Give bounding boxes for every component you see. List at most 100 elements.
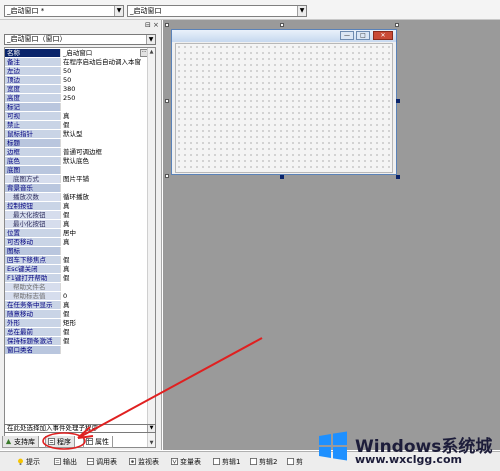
- object-selector-combo[interactable]: _启动窗口（窗口） ▼: [4, 34, 156, 45]
- property-value[interactable]: 居中: [60, 229, 148, 237]
- property-value[interactable]: 矩形: [60, 319, 148, 327]
- property-row[interactable]: 宽度 380: [5, 85, 148, 93]
- property-row[interactable]: 底图: [5, 166, 148, 174]
- property-value[interactable]: 50: [60, 76, 148, 84]
- property-value[interactable]: 假: [60, 121, 148, 129]
- property-row[interactable]: 底图方式 图片平铺: [5, 175, 148, 183]
- property-value[interactable]: 假: [60, 256, 148, 264]
- property-row[interactable]: 备注 在程序启动后自动调入本窗: [5, 58, 148, 66]
- bottom-tab-callstack[interactable]: 调用表: [86, 456, 117, 468]
- property-row[interactable]: 最小化按钮真: [5, 220, 148, 228]
- property-row[interactable]: 可否移动真: [5, 238, 148, 246]
- property-value[interactable]: [60, 184, 148, 192]
- property-value[interactable]: [60, 346, 148, 354]
- property-value[interactable]: 50: [60, 67, 148, 75]
- property-row[interactable]: F1键打开帮助假: [5, 274, 148, 282]
- resize-handle[interactable]: [165, 23, 169, 27]
- bottom-tab-clip1[interactable]: 剪辑1: [212, 456, 240, 468]
- window-selector-combo[interactable]: _启动窗口 * ▼: [4, 5, 124, 17]
- property-row[interactable]: 边框 普通可调边框: [5, 148, 148, 156]
- design-surface[interactable]: — □ ✕: [163, 20, 500, 450]
- property-value[interactable]: [60, 166, 148, 174]
- property-row[interactable]: 位置 居中: [5, 229, 148, 237]
- property-row[interactable]: 高度 250: [5, 94, 148, 102]
- property-row[interactable]: 外形 矩形: [5, 319, 148, 327]
- bottom-tab-tip[interactable]: 提示: [16, 456, 40, 468]
- property-row[interactable]: 回车下移焦点假: [5, 256, 148, 264]
- property-value[interactable]: _启动窗口: [60, 49, 148, 57]
- property-row[interactable]: 帮助文件名: [5, 283, 148, 291]
- property-value[interactable]: [60, 103, 148, 111]
- property-row[interactable]: 顶边 50: [5, 76, 148, 84]
- property-value[interactable]: 0: [60, 292, 148, 300]
- property-row[interactable]: 控制按钮真: [5, 202, 148, 210]
- property-value[interactable]: 图片平铺: [60, 175, 148, 183]
- property-value[interactable]: 250: [60, 94, 148, 102]
- property-value[interactable]: 默认型: [60, 130, 148, 138]
- property-value[interactable]: 真: [60, 301, 148, 309]
- property-row[interactable]: 总在最前假: [5, 328, 148, 336]
- property-row[interactable]: 标题: [5, 139, 148, 147]
- property-value[interactable]: [60, 283, 148, 291]
- property-value[interactable]: 真: [60, 238, 148, 246]
- chevron-down-icon[interactable]: ▼: [147, 425, 155, 432]
- property-row[interactable]: 在任务条中显示真: [5, 301, 148, 309]
- resize-handle[interactable]: [396, 175, 400, 179]
- property-row[interactable]: 窗口类名: [5, 346, 148, 354]
- property-row[interactable]: 底色 默认底色: [5, 157, 148, 165]
- property-value[interactable]: 循环播放: [60, 193, 148, 201]
- property-row[interactable]: 播放次数 循环播放: [5, 193, 148, 201]
- tab-program[interactable]: 程序: [45, 436, 75, 448]
- property-row[interactable]: 随意移动假: [5, 310, 148, 318]
- property-row[interactable]: 标记: [5, 103, 148, 111]
- property-value[interactable]: 默认底色: [60, 157, 148, 165]
- tab-library[interactable]: 支持库: [2, 436, 39, 448]
- property-value[interactable]: 真: [60, 112, 148, 120]
- bottom-tab-output[interactable]: 输出: [53, 456, 77, 468]
- chevron-down-icon[interactable]: ▼: [114, 6, 123, 16]
- close-icon[interactable]: ✕: [373, 31, 393, 40]
- window-titlebar[interactable]: — □ ✕: [172, 30, 396, 42]
- property-row[interactable]: 名称 _启动窗口 ···: [5, 49, 148, 57]
- property-row[interactable]: 帮助标志值 0: [5, 292, 148, 300]
- bottom-tab-variable[interactable]: 变量表: [170, 456, 201, 468]
- property-value[interactable]: 380: [60, 85, 148, 93]
- resize-handle[interactable]: [280, 23, 284, 27]
- property-value[interactable]: 真: [60, 202, 148, 210]
- resize-handle[interactable]: [280, 175, 284, 179]
- event-handler-combo[interactable]: 在此处选择加入事件处理子程序 ▼: [4, 424, 156, 433]
- tab-property[interactable]: 属性: [83, 436, 113, 448]
- resize-handle[interactable]: [165, 174, 169, 178]
- minimize-icon[interactable]: —: [340, 31, 354, 40]
- startup-window-preview[interactable]: — □ ✕: [171, 29, 397, 175]
- property-value[interactable]: 真: [60, 220, 148, 228]
- property-row[interactable]: Esc键关闭真: [5, 265, 148, 273]
- property-value[interactable]: [60, 139, 148, 147]
- scroll-up-icon[interactable]: ▲: [148, 48, 155, 56]
- property-row[interactable]: 保持标题条激活假: [5, 337, 148, 345]
- property-value[interactable]: 假: [60, 310, 148, 318]
- window-client-area[interactable]: [175, 43, 393, 173]
- property-row[interactable]: 可视真: [5, 112, 148, 120]
- property-value[interactable]: 假: [60, 337, 148, 345]
- resize-handle[interactable]: [395, 23, 399, 27]
- bottom-tab-watch[interactable]: 监视表: [128, 456, 159, 468]
- property-scrollbar[interactable]: ▲ ▼: [147, 48, 155, 447]
- chevron-down-icon[interactable]: ▼: [146, 35, 155, 44]
- maximize-icon[interactable]: □: [356, 31, 370, 40]
- property-row[interactable]: 鼠标指针 默认型: [5, 130, 148, 138]
- property-row[interactable]: 禁止假: [5, 121, 148, 129]
- property-value[interactable]: 假: [60, 328, 148, 336]
- control-selector-combo[interactable]: _启动窗口 ▼: [127, 5, 307, 17]
- property-value[interactable]: [60, 247, 148, 255]
- property-value[interactable]: 普通可调边框: [60, 148, 148, 156]
- property-value[interactable]: 真: [60, 265, 148, 273]
- resize-handle[interactable]: [165, 99, 169, 103]
- property-row[interactable]: 图标: [5, 247, 148, 255]
- bottom-tab-clip2[interactable]: 剪辑2: [249, 456, 277, 468]
- property-row[interactable]: 最大化按钮假: [5, 211, 148, 219]
- resize-handle[interactable]: [396, 99, 400, 103]
- property-value[interactable]: 假: [60, 211, 148, 219]
- property-row[interactable]: 左边 50: [5, 67, 148, 75]
- property-row[interactable]: 背景音乐: [5, 184, 148, 192]
